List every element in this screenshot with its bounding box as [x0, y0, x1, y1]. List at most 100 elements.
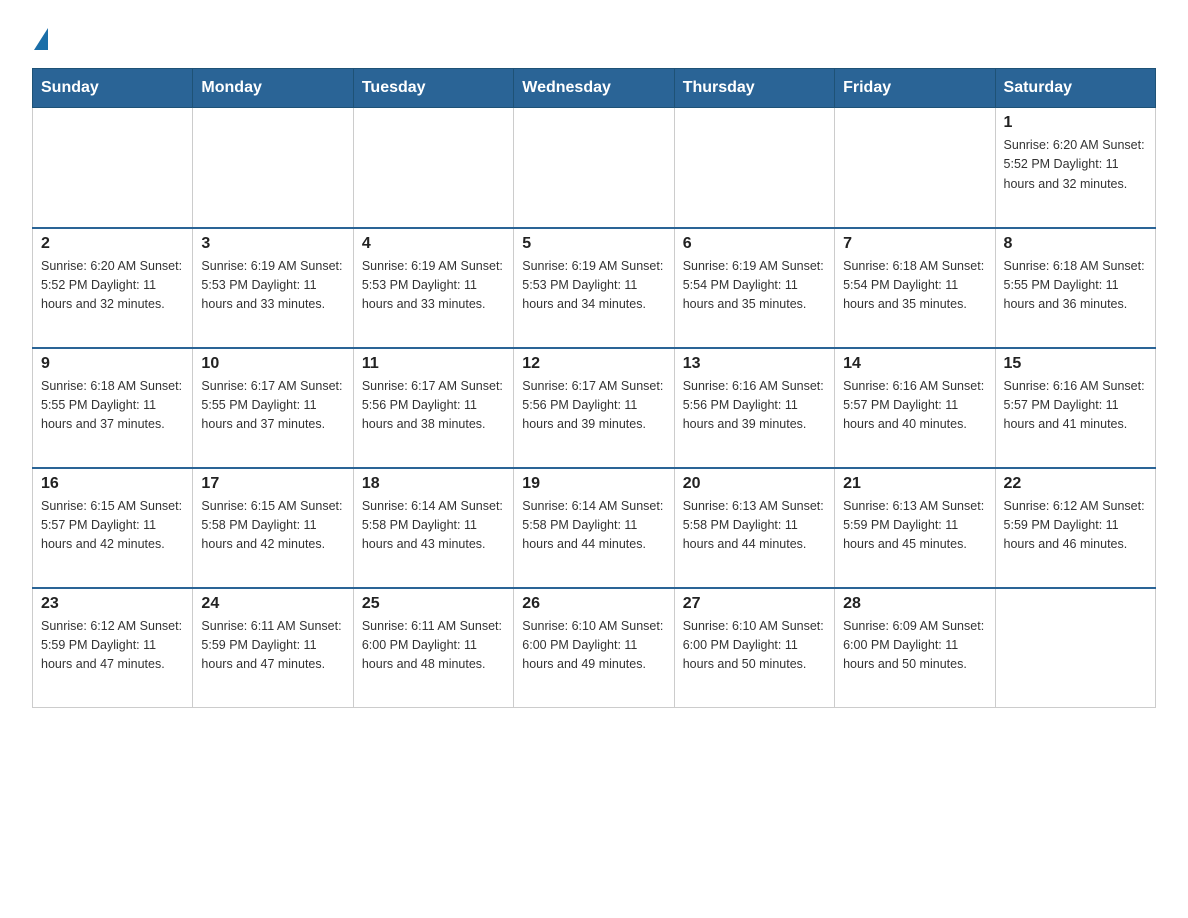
day-info: Sunrise: 6:10 AM Sunset: 6:00 PM Dayligh…: [522, 617, 665, 675]
calendar-cell: 14 Sunrise: 6:16 AM Sunset: 5:57 PM Dayli…: [835, 348, 995, 468]
weekday-header-wednesday: Wednesday: [514, 69, 674, 108]
weekday-header-monday: Monday: [193, 69, 353, 108]
day-info: Sunrise: 6:12 AM Sunset: 5:59 PM Dayligh…: [1004, 497, 1147, 555]
logo-triangle-icon: [34, 28, 48, 50]
calendar-cell: 12 Sunrise: 6:17 AM Sunset: 5:56 PM Dayli…: [514, 348, 674, 468]
day-info: Sunrise: 6:19 AM Sunset: 5:54 PM Dayligh…: [683, 257, 826, 315]
day-info: Sunrise: 6:17 AM Sunset: 5:56 PM Dayligh…: [362, 377, 505, 435]
calendar-cell: 22 Sunrise: 6:12 AM Sunset: 5:59 PM Dayli…: [995, 468, 1155, 588]
calendar-cell: 17 Sunrise: 6:15 AM Sunset: 5:58 PM Dayli…: [193, 468, 353, 588]
day-info: Sunrise: 6:16 AM Sunset: 5:56 PM Dayligh…: [683, 377, 826, 435]
calendar-cell: 27Sunrise: 6:10 AM Sunset: 6:00 PM Dayli…: [674, 588, 834, 708]
calendar-table: SundayMondayTuesdayWednesdayThursdayFrid…: [32, 68, 1156, 708]
day-info: Sunrise: 6:15 AM Sunset: 5:58 PM Dayligh…: [201, 497, 344, 555]
day-info: Sunrise: 6:20 AM Sunset: 5:52 PM Dayligh…: [1004, 136, 1147, 194]
day-number: 14: [843, 355, 986, 373]
calendar-cell: 24 Sunrise: 6:11 AM Sunset: 5:59 PM Dayli…: [193, 588, 353, 708]
logo: [32, 24, 48, 50]
day-number: 9: [41, 355, 184, 373]
calendar-cell: 1 Sunrise: 6:20 AM Sunset: 5:52 PM Daylig…: [995, 108, 1155, 228]
calendar-cell: 16 Sunrise: 6:15 AM Sunset: 5:57 PM Dayli…: [33, 468, 193, 588]
day-number: 28: [843, 595, 986, 613]
day-number: 25: [362, 595, 505, 613]
calendar-cell: 11 Sunrise: 6:17 AM Sunset: 5:56 PM Dayli…: [353, 348, 513, 468]
day-info: Sunrise: 6:14 AM Sunset: 5:58 PM Dayligh…: [362, 497, 505, 555]
day-info: Sunrise: 6:17 AM Sunset: 5:56 PM Dayligh…: [522, 377, 665, 435]
day-number: 6: [683, 235, 826, 253]
day-info: Sunrise: 6:20 AM Sunset: 5:52 PM Dayligh…: [41, 257, 184, 315]
day-number: 8: [1004, 235, 1147, 253]
day-number: 22: [1004, 475, 1147, 493]
calendar-cell: [353, 108, 513, 228]
day-info: Sunrise: 6:14 AM Sunset: 5:58 PM Dayligh…: [522, 497, 665, 555]
calendar-cell: 5Sunrise: 6:19 AM Sunset: 5:53 PM Daylig…: [514, 228, 674, 348]
day-number: 20: [683, 475, 826, 493]
calendar-header-row: SundayMondayTuesdayWednesdayThursdayFrid…: [33, 69, 1156, 108]
calendar-cell: 15 Sunrise: 6:16 AM Sunset: 5:57 PM Dayli…: [995, 348, 1155, 468]
day-number: 7: [843, 235, 986, 253]
calendar-cell: 25 Sunrise: 6:11 AM Sunset: 6:00 PM Dayli…: [353, 588, 513, 708]
calendar-cell: 6 Sunrise: 6:19 AM Sunset: 5:54 PM Daylig…: [674, 228, 834, 348]
calendar-cell: 3Sunrise: 6:19 AM Sunset: 5:53 PM Daylig…: [193, 228, 353, 348]
day-info: Sunrise: 6:18 AM Sunset: 5:55 PM Dayligh…: [1004, 257, 1147, 315]
day-info: Sunrise: 6:18 AM Sunset: 5:54 PM Dayligh…: [843, 257, 986, 315]
day-info: Sunrise: 6:18 AM Sunset: 5:55 PM Dayligh…: [41, 377, 184, 435]
day-info: Sunrise: 6:11 AM Sunset: 5:59 PM Dayligh…: [201, 617, 344, 675]
day-number: 24: [201, 595, 344, 613]
day-info: Sunrise: 6:12 AM Sunset: 5:59 PM Dayligh…: [41, 617, 184, 675]
weekday-header-thursday: Thursday: [674, 69, 834, 108]
weekday-header-saturday: Saturday: [995, 69, 1155, 108]
calendar-cell: 8 Sunrise: 6:18 AM Sunset: 5:55 PM Daylig…: [995, 228, 1155, 348]
calendar-cell: 9 Sunrise: 6:18 AM Sunset: 5:55 PM Daylig…: [33, 348, 193, 468]
calendar-week-row: 2 Sunrise: 6:20 AM Sunset: 5:52 PM Daylig…: [33, 228, 1156, 348]
day-info: Sunrise: 6:16 AM Sunset: 5:57 PM Dayligh…: [1004, 377, 1147, 435]
calendar-week-row: 16 Sunrise: 6:15 AM Sunset: 5:57 PM Dayli…: [33, 468, 1156, 588]
calendar-cell: 28Sunrise: 6:09 AM Sunset: 6:00 PM Dayli…: [835, 588, 995, 708]
day-number: 17: [201, 475, 344, 493]
calendar-cell: 23 Sunrise: 6:12 AM Sunset: 5:59 PM Dayli…: [33, 588, 193, 708]
calendar-cell: [995, 588, 1155, 708]
day-info: Sunrise: 6:16 AM Sunset: 5:57 PM Dayligh…: [843, 377, 986, 435]
day-info: Sunrise: 6:13 AM Sunset: 5:58 PM Dayligh…: [683, 497, 826, 555]
day-number: 1: [1004, 114, 1147, 132]
weekday-header-tuesday: Tuesday: [353, 69, 513, 108]
weekday-header-friday: Friday: [835, 69, 995, 108]
calendar-week-row: 1 Sunrise: 6:20 AM Sunset: 5:52 PM Daylig…: [33, 108, 1156, 228]
calendar-cell: 13 Sunrise: 6:16 AM Sunset: 5:56 PM Dayli…: [674, 348, 834, 468]
day-number: 19: [522, 475, 665, 493]
day-number: 2: [41, 235, 184, 253]
calendar-cell: 26 Sunrise: 6:10 AM Sunset: 6:00 PM Dayli…: [514, 588, 674, 708]
calendar-cell: [33, 108, 193, 228]
calendar-cell: 7 Sunrise: 6:18 AM Sunset: 5:54 PM Daylig…: [835, 228, 995, 348]
calendar-week-row: 9 Sunrise: 6:18 AM Sunset: 5:55 PM Daylig…: [33, 348, 1156, 468]
day-number: 11: [362, 355, 505, 373]
calendar-cell: 4 Sunrise: 6:19 AM Sunset: 5:53 PM Daylig…: [353, 228, 513, 348]
day-number: 10: [201, 355, 344, 373]
calendar-cell: [193, 108, 353, 228]
day-number: 15: [1004, 355, 1147, 373]
day-number: 4: [362, 235, 505, 253]
calendar-cell: 19 Sunrise: 6:14 AM Sunset: 5:58 PM Dayli…: [514, 468, 674, 588]
calendar-cell: [674, 108, 834, 228]
calendar-cell: 10 Sunrise: 6:17 AM Sunset: 5:55 PM Dayli…: [193, 348, 353, 468]
day-number: 18: [362, 475, 505, 493]
day-number: 27: [683, 595, 826, 613]
calendar-cell: 21Sunrise: 6:13 AM Sunset: 5:59 PM Dayli…: [835, 468, 995, 588]
day-number: 3: [201, 235, 344, 253]
calendar-cell: 18 Sunrise: 6:14 AM Sunset: 5:58 PM Dayli…: [353, 468, 513, 588]
calendar-cell: [514, 108, 674, 228]
page-header: [32, 24, 1156, 50]
day-number: 23: [41, 595, 184, 613]
day-number: 12: [522, 355, 665, 373]
day-info: Sunrise: 6:19 AM Sunset: 5:53 PM Dayligh…: [362, 257, 505, 315]
day-info: Sunrise: 6:19 AM Sunset: 5:53 PM Dayligh…: [522, 257, 665, 315]
weekday-header-sunday: Sunday: [33, 69, 193, 108]
day-number: 21: [843, 475, 986, 493]
day-info: Sunrise: 6:11 AM Sunset: 6:00 PM Dayligh…: [362, 617, 505, 675]
calendar-cell: 2 Sunrise: 6:20 AM Sunset: 5:52 PM Daylig…: [33, 228, 193, 348]
day-number: 13: [683, 355, 826, 373]
day-info: Sunrise: 6:15 AM Sunset: 5:57 PM Dayligh…: [41, 497, 184, 555]
day-info: Sunrise: 6:17 AM Sunset: 5:55 PM Dayligh…: [201, 377, 344, 435]
day-number: 26: [522, 595, 665, 613]
day-number: 16: [41, 475, 184, 493]
